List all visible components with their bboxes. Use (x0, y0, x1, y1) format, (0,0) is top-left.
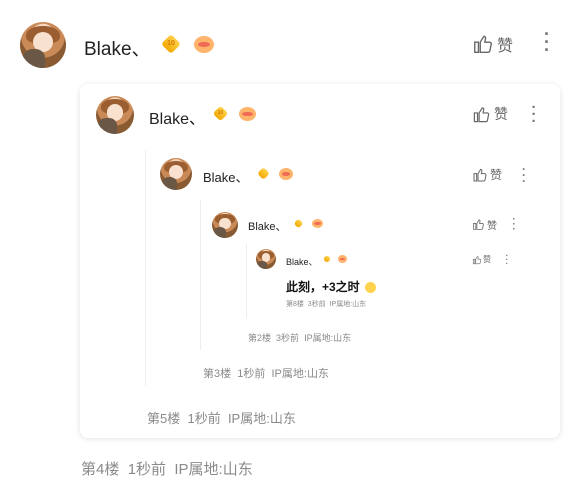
avatar[interactable] (212, 212, 238, 238)
username[interactable]: Blake、 (149, 105, 205, 129)
more-vertical-icon[interactable]: · · · (528, 100, 540, 129)
like-button[interactable]: 赞 (472, 104, 508, 124)
fan-badge-icon (338, 255, 347, 263)
comment-meta: 第2楼 3秒前 IP属地:山东 (248, 333, 352, 343)
like-button[interactable]: 赞 (472, 166, 502, 183)
avatar[interactable] (256, 249, 276, 269)
thread-line (246, 244, 247, 318)
fan-badge-icon (239, 107, 256, 121)
avatar[interactable] (160, 158, 192, 190)
avatar[interactable] (20, 22, 66, 68)
more-vertical-icon[interactable]: · · · (540, 25, 554, 59)
like-label: 赞 (497, 38, 514, 55)
more-vertical-icon[interactable]: · · · (519, 163, 529, 187)
like-label: 赞 (490, 168, 503, 182)
thumbs-up-icon (473, 168, 487, 181)
username[interactable]: Blake、 (248, 218, 287, 234)
more-vertical-icon[interactable]: · · · (504, 252, 510, 268)
thread-line (200, 200, 201, 350)
thumbs-up-icon (474, 35, 492, 53)
fan-badge-icon (312, 219, 323, 228)
avatar[interactable] (96, 96, 134, 134)
fan-badge-icon (194, 36, 214, 53)
like-label: 赞 (494, 106, 508, 122)
diamond-level-icon: 10 (161, 34, 181, 54)
username[interactable]: Blake、 (203, 167, 249, 186)
like-button[interactable]: 赞 (472, 254, 491, 265)
like-button[interactable]: 赞 (472, 217, 497, 232)
comment-meta: 第3楼 1秒前 IP属地:山东 (203, 368, 329, 380)
thumbs-up-icon (473, 219, 484, 230)
like-label: 赞 (487, 221, 497, 232)
like-label: 赞 (483, 255, 491, 264)
more-vertical-icon[interactable]: · · · (510, 215, 518, 235)
comment-meta: 第5楼 1秒前 IP属地:山东 (147, 411, 296, 426)
fan-badge-icon (279, 168, 293, 180)
diamond-level-icon: 10 (212, 105, 229, 122)
thumbs-up-icon (472, 255, 482, 264)
comment-meta: 第8楼 3秒前 IP属地:山东 (286, 301, 367, 308)
username[interactable]: Blake、 (84, 34, 151, 61)
comment-content: 此刻，+3之时 (286, 278, 377, 295)
thread-line (145, 150, 146, 386)
thumbs-up-icon (473, 106, 490, 122)
like-button[interactable]: 赞 (472, 32, 513, 56)
username[interactable]: Blake、 (286, 255, 318, 268)
comment-meta: 第4楼 1秒前 IP属地:山东 (81, 461, 253, 478)
smile-emoji-icon (365, 282, 377, 294)
